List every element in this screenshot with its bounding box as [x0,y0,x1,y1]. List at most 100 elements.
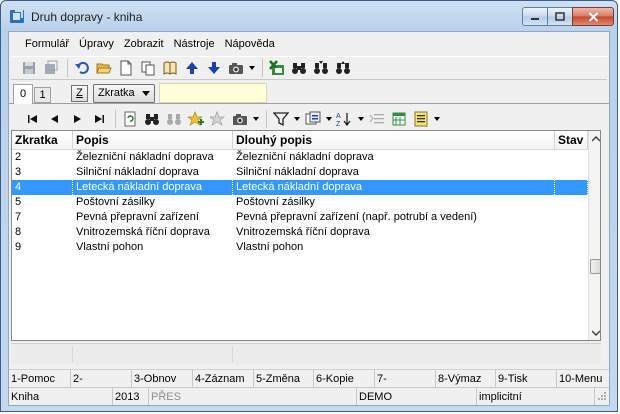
cell-zkratka: 8 [15,226,22,238]
new-document-button[interactable] [116,58,136,78]
cell-popis: Letecká nákladní doprava [73,180,233,195]
table-row[interactable]: 4 Letecká nákladní doprava Letecká nákladn… [12,180,588,195]
menu-nastroje[interactable]: Nástroje [170,34,219,54]
search-button[interactable] [142,109,162,129]
resize-grip[interactable] [595,388,609,405]
list-indent-icon [369,114,384,124]
binoculars-icon [145,114,159,125]
save-all-button[interactable] [41,58,61,78]
report-button[interactable] [411,109,431,129]
chevron-down-icon [142,91,150,96]
resize-grip-icon [598,392,606,400]
remove-favorite-button[interactable] [208,109,228,129]
fkey-10-menu[interactable]: 10-Menu [557,370,609,387]
arrow-down-icon [208,62,220,74]
table-row[interactable]: 2 Železniční nákladní doprava Železniční n… [12,150,588,165]
disabled-search-button[interactable] [164,109,184,129]
minimize-button[interactable] [522,7,548,26]
camera2-button[interactable] [230,109,250,129]
find-next-button[interactable] [311,58,331,78]
fkey-1-help[interactable]: 1-Pomoc [9,370,71,387]
window-title: Druh dopravy - kniha [31,10,143,24]
cell-zkratka: 4 [12,180,73,195]
vertical-scrollbar[interactable] [588,131,600,340]
columns-icon [305,111,321,125]
cell-dlouhy-popis: Silniční nákladní doprava [236,166,359,178]
close-button[interactable] [572,7,614,26]
open-folder-icon [96,63,112,74]
status-bar: Kniha 2013 PŘES DEMO implicitní [9,387,609,405]
filter-dropdown-arrow[interactable] [294,117,300,121]
sort-combo-value: Zkratka [98,87,135,99]
fkey-2[interactable]: 2- [71,370,132,387]
fkey-7[interactable]: 7- [375,370,436,387]
sort-dropdown-arrow[interactable] [358,117,364,121]
menu-bar: Formulář Úpravy Zobrazit Nástroje Nápově… [9,34,609,54]
filter-button[interactable] [271,109,291,129]
next-down-button[interactable] [204,58,224,78]
undo-button[interactable] [72,58,92,78]
cell-dlouhy-popis: Poštovní zásilky [236,196,315,208]
menu-zobrazit[interactable]: Zobrazit [120,34,168,54]
camera-button[interactable] [226,58,246,78]
quick-filter-input[interactable] [159,83,267,103]
tab-0[interactable]: 0 [13,84,33,104]
table-row[interactable]: 9 Vlastní pohon Vlastní pohon [12,240,588,255]
column-header-dlouhy-popis[interactable]: Dlouhý popis [233,131,555,149]
tab-1[interactable]: 1 [34,87,51,103]
copy-button[interactable] [138,58,158,78]
fkey-5-edit[interactable]: 5-Změna [254,370,314,387]
cell-zkratka: 7 [15,211,22,223]
open-button[interactable] [94,58,114,78]
menu-napoveda[interactable]: Nápověda [221,34,279,54]
report-list-icon [414,111,428,127]
save-button[interactable] [19,58,39,78]
table-row[interactable]: 5 Poštovní zásilky Poštovní zásilky [12,195,588,210]
sort-az-button[interactable]: AZ [335,109,355,129]
find-button[interactable] [289,58,309,78]
indent-button[interactable] [367,109,387,129]
report-dropdown-arrow[interactable] [434,117,440,121]
maximize-button[interactable] [547,7,573,26]
z-button[interactable]: Z [71,85,88,102]
first-record-button[interactable] [23,109,43,129]
table-row[interactable]: 3 Silniční nákladní doprava Silniční nákla… [12,165,588,180]
sort-az-icon: AZ [336,113,351,127]
cell-stav [555,195,588,210]
column-header-zkratka[interactable]: Zkratka [12,131,73,149]
export-excel-button[interactable] [267,58,287,78]
title-bar[interactable]: Druh dopravy - kniha [1,1,617,31]
column-header-stav[interactable]: Stav [555,131,588,149]
fkey-9-print[interactable]: 9-Tisk [496,370,557,387]
fkey-4-record[interactable]: 4-Záznam [193,370,254,387]
export-sheet-button[interactable] [389,109,409,129]
menu-formular[interactable]: Formulář [21,34,73,54]
scroll-up-button[interactable] [589,131,600,146]
star-remove-icon [210,111,226,126]
table-row[interactable]: 8 Vnitrozemská říční doprava Vnitrozemská … [12,225,588,240]
table-row[interactable]: 7 Pevná přepravní zařízení Pevná přepravní… [12,210,588,225]
columns-button[interactable] [303,109,323,129]
column-header-popis[interactable]: Popis [73,131,233,149]
columns-dropdown-arrow[interactable] [326,117,332,121]
scroll-thumb[interactable] [590,259,600,274]
previous-up-button[interactable] [182,58,202,78]
camera-icon [233,114,247,125]
camera-dropdown-arrow[interactable] [249,66,255,70]
scroll-down-button[interactable] [589,325,600,340]
sort-combo[interactable]: Zkratka [93,84,155,103]
book-button[interactable] [160,58,180,78]
fkey-3-refresh[interactable]: 3-Obnov [132,370,193,387]
next-record-button[interactable] [67,109,87,129]
add-favorite-button[interactable] [186,109,206,129]
last-record-button[interactable] [89,109,109,129]
cell-dlouhy-popis: Železniční nákladní doprava [236,151,374,163]
save-all-icon [45,60,58,74]
find-previous-button[interactable] [333,58,353,78]
refresh-button[interactable] [120,109,140,129]
menu-upravy[interactable]: Úpravy [75,34,118,54]
previous-record-button[interactable] [45,109,65,129]
fkey-8-delete[interactable]: 8-Výmaz [436,370,496,387]
fkey-6-copy[interactable]: 6-Kopie [314,370,375,387]
camera2-dropdown-arrow[interactable] [253,117,259,121]
